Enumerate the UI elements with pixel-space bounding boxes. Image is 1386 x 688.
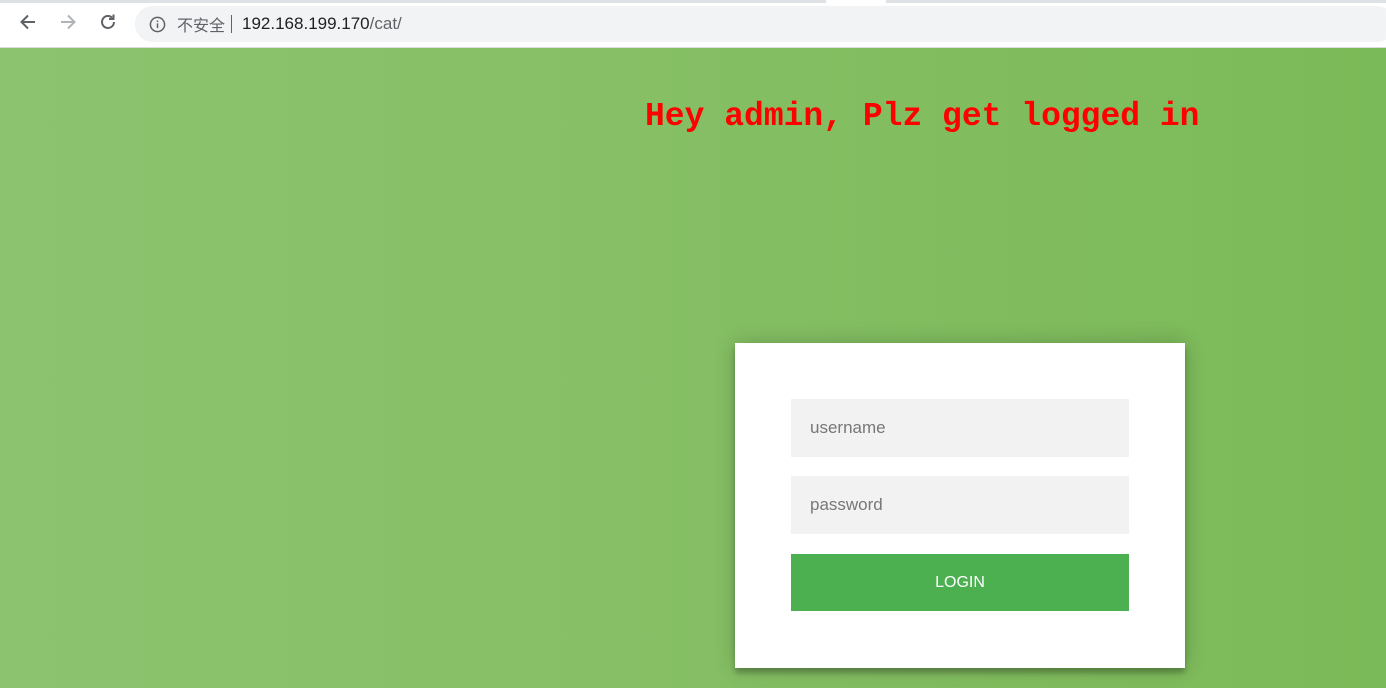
login-form: LOGIN [735,343,1185,668]
back-button[interactable] [14,10,42,38]
reload-icon [98,12,118,36]
url-path: /cat/ [369,14,402,33]
separator [231,15,233,33]
security-label: 不安全 [177,16,226,35]
reload-button[interactable] [94,10,122,38]
active-tab-edge [826,0,886,3]
forward-button[interactable] [54,10,82,38]
username-input[interactable] [791,399,1129,457]
tab-strip [0,0,1386,3]
address-bar[interactable]: 不安全 192.168.199.170 /cat/ [135,6,1386,42]
browser-toolbar: 不安全 192.168.199.170 /cat/ [0,0,1386,48]
forward-arrow-icon [58,12,78,36]
back-arrow-icon [18,12,38,36]
login-button[interactable]: LOGIN [791,554,1129,611]
info-icon[interactable] [148,15,166,33]
page-body: Hey admin, Plz get logged in LOGIN [0,48,1386,688]
url-host: 192.168.199.170 [242,14,370,33]
page-heading: Hey admin, Plz get logged in [645,98,1200,135]
password-input[interactable] [791,476,1129,534]
